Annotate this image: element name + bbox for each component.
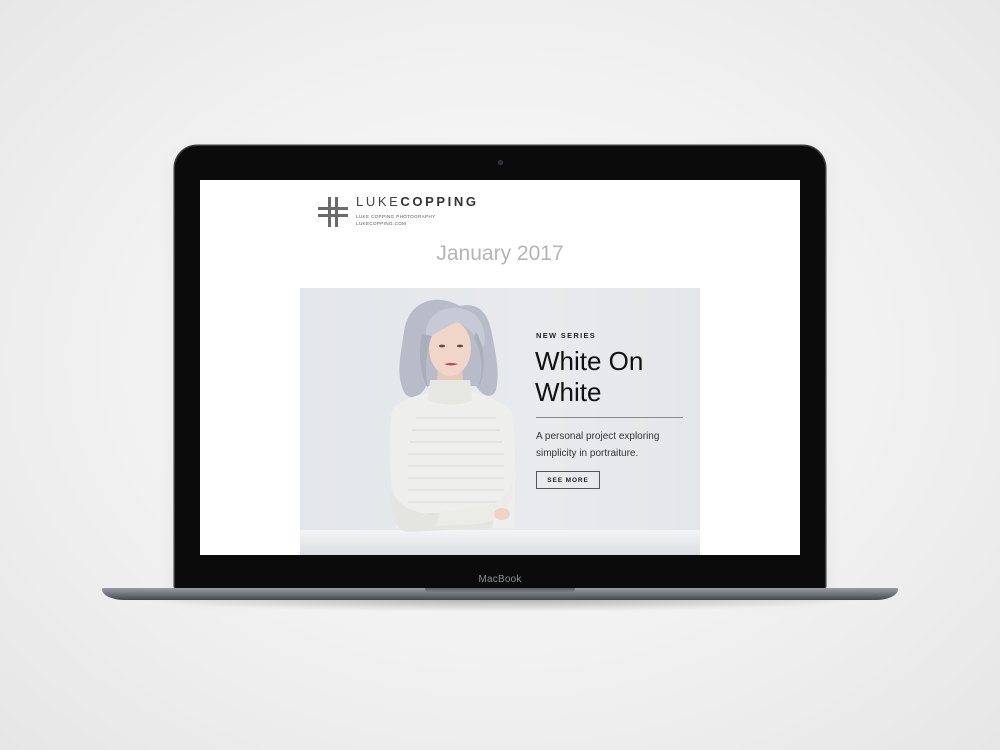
divider — [536, 417, 683, 418]
brand-name-bold: COPPING — [400, 194, 479, 209]
hero-eyebrow: NEW SERIES — [536, 331, 597, 340]
brand-tagline: LUKE COPPING PHOTOGRAPHY — [356, 214, 436, 219]
laptop-lid-notch — [425, 588, 575, 593]
issue-date-heading: January 2017 — [436, 242, 564, 265]
double-cross-logo-icon[interactable] — [318, 197, 348, 227]
hero-title-line2: White — [535, 377, 602, 407]
portrait-photo — [356, 288, 536, 555]
hero-banner[interactable]: NEW SERIES White On White A personal pro… — [300, 288, 700, 555]
hero-description: A personal project exploring simplicity … — [536, 431, 660, 459]
brand-website-link[interactable]: LUKECOPPING.COM — [356, 221, 406, 226]
laptop-screen: LUKECOPPING LUKE COPPING PHOTOGRAPHY LUK… — [200, 180, 800, 555]
brand-name[interactable]: LUKECOPPING — [356, 194, 479, 209]
hero-title: White On White — [535, 346, 695, 408]
hero-title-line1: White On — [535, 346, 644, 376]
device-label: MacBook — [478, 574, 522, 585]
see-more-button[interactable]: SEE MORE — [536, 471, 600, 489]
brand-name-light: LUKE — [356, 194, 401, 209]
webcam-icon — [498, 160, 503, 165]
laptop-shadow — [120, 598, 880, 612]
